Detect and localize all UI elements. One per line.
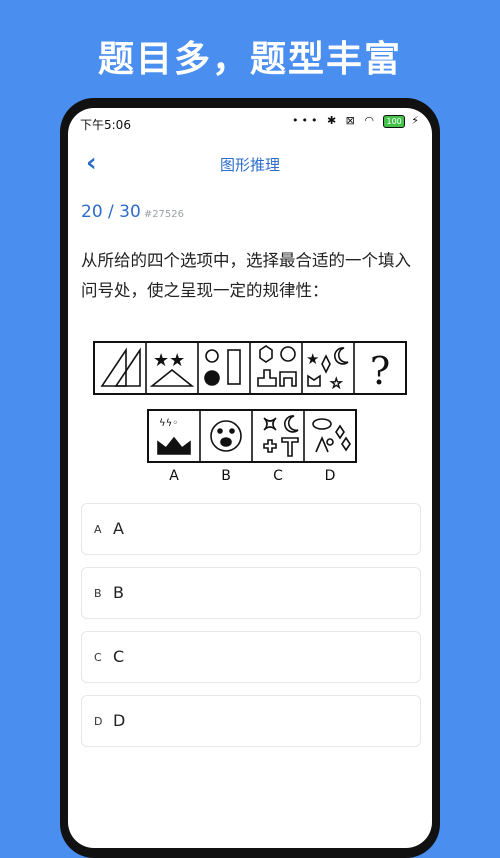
option-value: A <box>113 519 124 538</box>
figure-sequence-row: ★★ ★ ☆ <box>93 341 407 395</box>
page-title: 图形推理 <box>219 156 280 174</box>
question-text: 从所给的四个选项中，选择最合适的一个填入问号处，使之呈现一定的规律性： <box>81 251 411 300</box>
figure-option-d <box>312 418 351 453</box>
figure-option-a: ϟϟ◦ <box>157 418 191 455</box>
nav-bar: ‹ 图形推理 <box>68 144 432 184</box>
status-time: 下午5:06 <box>80 118 131 132</box>
battery-icon: 100 <box>383 115 405 128</box>
question-figure: ★★ ★ ☆ ? ϟϟ◦ A B C D <box>93 341 407 484</box>
figure-option-c <box>263 415 299 457</box>
figure-cell-1 <box>100 347 141 387</box>
figure-cell-5: ★ ☆ <box>306 347 349 393</box>
question-progress: 20 / 30 #27526 <box>81 202 184 222</box>
status-bar: 下午5:06 ••• ✱ ⊠ ◠ 100 ⚡ <box>68 108 432 136</box>
svg-text:ϟϟ◦: ϟϟ◦ <box>159 418 178 429</box>
charging-icon: ⚡ <box>411 114 422 127</box>
figure-options-row: ϟϟ◦ <box>147 409 357 463</box>
figure-option-label-b: B <box>221 468 231 484</box>
answer-option-c[interactable]: C C <box>81 631 421 683</box>
option-value: C <box>113 647 125 666</box>
promo-headline: 题目多，题型丰富 <box>97 39 402 80</box>
option-value: D <box>113 711 126 730</box>
option-key: B <box>94 587 102 600</box>
progress-counter: 20 / 30 <box>81 202 141 222</box>
answer-options: A A B B C C D D <box>81 503 421 759</box>
wifi-icon: ◠ <box>364 114 377 127</box>
answer-option-a[interactable]: A A <box>81 503 421 555</box>
figure-cell-4 <box>257 345 297 387</box>
svg-text:★: ★ <box>306 350 319 368</box>
figure-option-label-c: C <box>273 468 283 484</box>
figure-option-label-d: D <box>325 468 336 484</box>
question-id: #27526 <box>143 209 185 220</box>
figure-unknown-mark: ? <box>370 349 390 393</box>
option-key: C <box>94 651 102 664</box>
figure-cell-3 <box>204 349 241 386</box>
figure-cell-2: ★★ <box>149 350 195 387</box>
bluetooth-icon: ✱ <box>326 114 340 127</box>
app-screen: 下午5:06 ••• ✱ ⊠ ◠ 100 ⚡ ‹ 图形推理 20 / 30 #27… <box>68 108 432 848</box>
svg-text:☆: ☆ <box>330 376 343 392</box>
answer-option-d[interactable]: D D <box>81 695 421 747</box>
option-value: B <box>113 583 124 602</box>
option-key: D <box>94 715 103 728</box>
svg-text:★★: ★★ <box>153 350 185 371</box>
figure-option-b <box>210 420 242 452</box>
status-icons: ••• ✱ ⊠ ◠ 100 ⚡ <box>292 114 422 128</box>
figure-option-label-a: A <box>169 468 179 484</box>
option-key: A <box>94 523 102 536</box>
more-dots-icon: ••• <box>291 114 321 127</box>
answer-option-b[interactable]: B B <box>81 567 421 619</box>
sim-icon: ⊠ <box>345 114 358 127</box>
